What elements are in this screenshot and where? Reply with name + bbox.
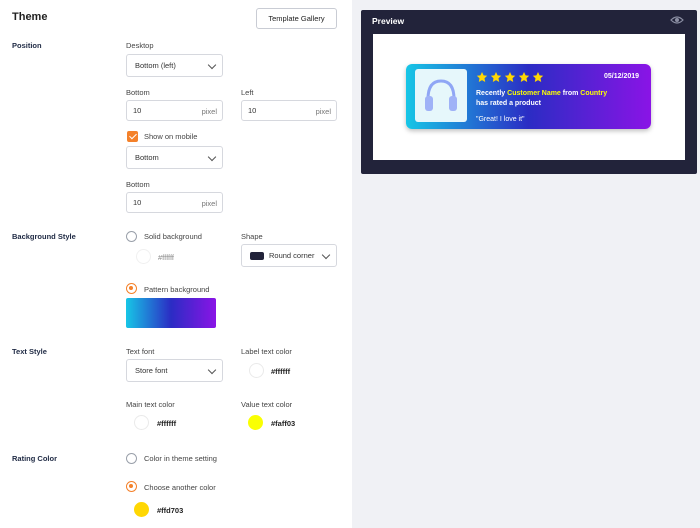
solid-background-hex: #ffffff [158, 253, 174, 262]
notification-date: 05/12/2019 [604, 73, 640, 80]
pixel-unit-label: pixel [201, 107, 217, 116]
left-offset-value: 10 [248, 106, 257, 115]
mobile-bottom-label: Bottom [126, 180, 150, 189]
solid-background-swatch[interactable] [136, 249, 151, 264]
mobile-bottom-offset-input[interactable]: 10 pixel [126, 192, 223, 213]
pixel-unit-label: pixel [201, 199, 217, 208]
page-title: Theme [12, 11, 48, 23]
notification-mid: from [562, 90, 579, 97]
main-text-color-hex: #ffffff [157, 419, 177, 428]
theme-color-radio[interactable] [126, 453, 137, 464]
value-text-color-swatch[interactable] [248, 415, 263, 430]
show-on-mobile-checkbox[interactable] [127, 131, 138, 142]
desktop-position-value: Bottom (left) [135, 61, 176, 70]
chevron-down-icon [207, 365, 217, 375]
desktop-label: Desktop [126, 41, 154, 50]
main-text-color-label: Main text color [126, 400, 175, 409]
value-text-color-hex: #faff03 [271, 419, 296, 428]
bottom-label: Bottom [126, 88, 150, 97]
rating-color-hex: #ffd703 [157, 506, 184, 515]
check-icon [128, 131, 137, 140]
shape-select[interactable]: Round corner [241, 244, 337, 267]
label-text-color-swatch[interactable] [249, 363, 264, 378]
solid-background-radio[interactable] [126, 231, 137, 242]
mobile-bottom-offset-value: 10 [133, 198, 142, 207]
star-icon [532, 72, 544, 82]
notification-customer-name: Customer Name [507, 90, 561, 97]
star-icon [476, 72, 488, 82]
left-label: Left [241, 88, 254, 97]
pattern-background-radio[interactable] [126, 283, 137, 294]
product-thumbnail [415, 69, 467, 122]
position-section-label: Position [12, 41, 42, 50]
rating-stars [476, 72, 544, 82]
theme-color-option-label: Color in theme setting [144, 454, 217, 463]
rating-color-section-label: Rating Color [12, 454, 57, 463]
headphones-icon [425, 79, 457, 111]
rating-color-swatch[interactable] [134, 502, 149, 517]
notification-prefix: Recently [476, 90, 506, 97]
mobile-position-value: Bottom [135, 153, 159, 162]
star-icon [490, 72, 502, 82]
bottom-offset-input[interactable]: 10 pixel [126, 100, 223, 121]
star-icon [504, 72, 516, 82]
background-style-section-label: Background Style [12, 232, 76, 241]
chevron-down-icon [207, 60, 217, 70]
mobile-position-select[interactable]: Bottom [126, 146, 223, 169]
notification-line-1: Recently Customer Name from Country [476, 90, 607, 97]
text-font-select[interactable]: Store font [126, 359, 223, 382]
template-gallery-button[interactable]: Template Gallery [256, 8, 337, 29]
notification-country: Country [580, 90, 608, 97]
another-color-option-label: Choose another color [144, 483, 216, 492]
left-offset-input[interactable]: 10 pixel [241, 100, 337, 121]
text-font-label: Text font [126, 347, 155, 356]
show-on-mobile-label: Show on mobile [144, 132, 198, 141]
round-corner-shape-icon [250, 252, 264, 260]
bottom-offset-value: 10 [133, 106, 142, 115]
desktop-position-select[interactable]: Bottom (left) [126, 54, 223, 77]
shape-label: Shape [241, 232, 263, 241]
eye-icon[interactable] [670, 15, 684, 25]
star-icon [518, 72, 530, 82]
pixel-unit-label: pixel [315, 107, 331, 116]
text-style-section-label: Text Style [12, 347, 47, 356]
chevron-down-icon [207, 152, 217, 162]
text-font-value: Store font [135, 366, 168, 375]
notification-line-2: has rated a product [476, 100, 541, 107]
notification-quote: "Great! I love it" [476, 116, 525, 123]
another-color-radio[interactable] [126, 481, 137, 492]
label-text-color-label: Label text color [241, 347, 292, 356]
pattern-background-label: Pattern background [144, 285, 210, 294]
value-text-color-label: Value text color [241, 400, 293, 409]
solid-background-label: Solid background [144, 232, 202, 241]
label-text-color-hex: #ffffff [271, 367, 291, 376]
main-text-color-swatch[interactable] [134, 415, 149, 430]
pattern-gradient-swatch[interactable] [126, 298, 216, 328]
chevron-down-icon [321, 250, 331, 260]
preview-title: Preview [372, 16, 405, 26]
shape-value: Round corner [269, 251, 315, 260]
